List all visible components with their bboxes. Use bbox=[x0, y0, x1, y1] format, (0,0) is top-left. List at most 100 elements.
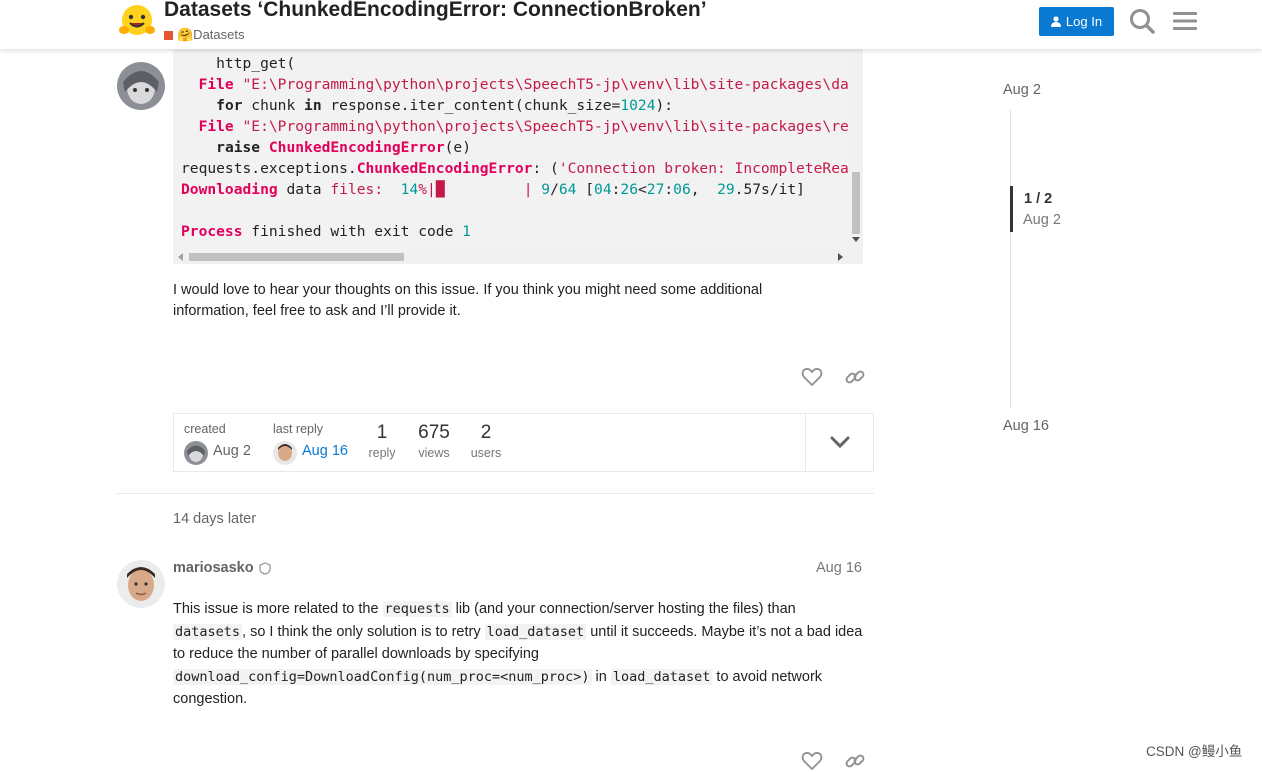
inline-code: load_dataset bbox=[484, 623, 587, 640]
code-token: : bbox=[374, 181, 401, 198]
code-token: raise bbox=[216, 139, 261, 156]
like-heart-icon[interactable] bbox=[801, 366, 823, 388]
code-token: File bbox=[198, 76, 234, 93]
inline-code: download_config=DownloadConfig(num_proc=… bbox=[173, 668, 592, 685]
text-fragment: lib (and your connection/server hosting … bbox=[451, 601, 796, 617]
post-author[interactable]: mariosasko bbox=[173, 560, 271, 576]
timeline-handle[interactable] bbox=[1010, 186, 1013, 232]
code-token: 64 bbox=[558, 181, 577, 198]
text-fragment: , so I think the only solution is to ret… bbox=[242, 623, 485, 640]
code-token: ): bbox=[655, 97, 674, 114]
avatar[interactable] bbox=[117, 560, 165, 608]
post-date[interactable]: Aug 16 bbox=[816, 560, 862, 576]
code-token: ChunkedEncodingError bbox=[268, 139, 445, 156]
page-title[interactable]: Datasets ‘ChunkedEncodingError: Connecti… bbox=[164, 0, 707, 22]
category-label: 🤗Datasets bbox=[177, 27, 245, 42]
created-label: created bbox=[184, 422, 226, 436]
code-token: 'Connection broken: IncompleteRead(...)' bbox=[558, 160, 863, 177]
users-label: users bbox=[470, 446, 502, 460]
reply-count: 1 bbox=[376, 422, 388, 443]
avatar[interactable] bbox=[273, 441, 297, 465]
code-token: , bbox=[690, 181, 718, 198]
scroll-left-arrow-icon[interactable] bbox=[178, 253, 184, 261]
username-label[interactable]: mariosasko bbox=[173, 560, 254, 576]
code-token: 29 bbox=[717, 181, 735, 198]
code-token: 1 bbox=[462, 223, 471, 240]
code-token: http_get( bbox=[181, 55, 296, 72]
code-token: : bbox=[664, 181, 674, 198]
code-token: finished with exit code bbox=[242, 223, 463, 240]
code-token: / bbox=[550, 181, 559, 198]
code-token: < bbox=[637, 181, 647, 198]
category-color-square bbox=[164, 30, 173, 40]
inline-code: requests bbox=[382, 601, 452, 617]
category-badge[interactable]: 🤗Datasets bbox=[164, 27, 245, 43]
code-token: █ bbox=[435, 181, 445, 198]
created-date[interactable]: Aug 2 bbox=[213, 443, 251, 459]
code-token: Downloading bbox=[181, 181, 278, 198]
code-token: .57s/it] bbox=[734, 181, 805, 198]
code-token: data bbox=[277, 181, 331, 198]
topic-map: created Aug 2 last reply Aug 16 1 reply … bbox=[173, 413, 874, 472]
login-button[interactable]: Log In bbox=[1039, 7, 1114, 36]
hamburger-menu-icon[interactable] bbox=[1170, 6, 1200, 36]
timeline-position-date: Aug 2 bbox=[1023, 212, 1061, 228]
login-label: Log In bbox=[1065, 14, 1103, 29]
code-token: %| bbox=[418, 181, 436, 198]
avatar[interactable] bbox=[117, 62, 165, 110]
code-token: | bbox=[444, 181, 542, 198]
code-token: chunk bbox=[242, 97, 305, 114]
share-link-icon[interactable] bbox=[844, 366, 866, 388]
scroll-right-arrow-icon[interactable] bbox=[838, 253, 844, 261]
scrollbar-thumb[interactable] bbox=[852, 172, 860, 234]
post-body-text: This issue is more related to the reques… bbox=[173, 598, 863, 711]
moderator-shield-icon bbox=[259, 561, 271, 575]
scrollbar-thumb[interactable] bbox=[189, 253, 404, 261]
last-reply-date[interactable]: Aug 16 bbox=[302, 443, 348, 459]
code-token: ChunkedEncodingError bbox=[356, 160, 533, 177]
timeline-start-date[interactable]: Aug 2 bbox=[1003, 82, 1041, 98]
code-token: (e) bbox=[444, 139, 471, 156]
post-divider bbox=[116, 493, 874, 494]
text-fragment: This issue is more related to the bbox=[173, 601, 383, 617]
horizontal-scrollbar[interactable] bbox=[173, 249, 863, 264]
like-heart-icon[interactable] bbox=[801, 750, 823, 772]
code-token: 9 bbox=[541, 181, 551, 198]
watermark-text: CSDN @鳗小鱼 bbox=[1146, 744, 1243, 759]
avatar[interactable] bbox=[184, 441, 208, 465]
vertical-scrollbar[interactable] bbox=[849, 49, 863, 249]
scroll-down-arrow-icon[interactable] bbox=[852, 237, 860, 243]
views-count: 675 bbox=[418, 422, 450, 443]
code-token: for bbox=[216, 97, 243, 114]
hugging-face-logo[interactable] bbox=[118, 3, 156, 39]
code-token: Process bbox=[181, 223, 243, 240]
code-text: http_get( File "E:\Programming\python\pr… bbox=[181, 53, 863, 242]
code-token: in bbox=[304, 97, 322, 114]
code-token: 27 bbox=[646, 181, 665, 198]
text-fragment: in bbox=[591, 668, 611, 685]
timeline-position: 1 / 2 bbox=[1024, 191, 1053, 207]
code-token: 1024 bbox=[620, 97, 656, 114]
code-token: 26 bbox=[620, 181, 638, 198]
user-icon bbox=[1050, 16, 1061, 27]
code-token: "E:\Programming\python\projects\SpeechT5… bbox=[242, 118, 863, 135]
share-link-icon[interactable] bbox=[844, 750, 866, 772]
code-token: : ( bbox=[532, 160, 559, 177]
timeline-scrollarea[interactable] bbox=[1010, 110, 1011, 408]
code-token: 04 bbox=[594, 181, 612, 198]
timeline-end-date[interactable]: Aug 16 bbox=[1003, 418, 1049, 434]
code-token: "E:\Programming\python\projects\SpeechT5… bbox=[242, 76, 863, 93]
inline-code: datasets bbox=[173, 623, 243, 640]
views-label: views bbox=[418, 446, 450, 460]
expand-topic-map-button[interactable] bbox=[805, 414, 873, 471]
code-token: 06 bbox=[673, 181, 691, 198]
chevron-down-icon bbox=[830, 436, 849, 448]
search-icon[interactable] bbox=[1127, 6, 1157, 36]
code-block: http_get( File "E:\Programming\python\pr… bbox=[173, 49, 863, 263]
code-token: requests.exceptions. bbox=[181, 160, 357, 177]
